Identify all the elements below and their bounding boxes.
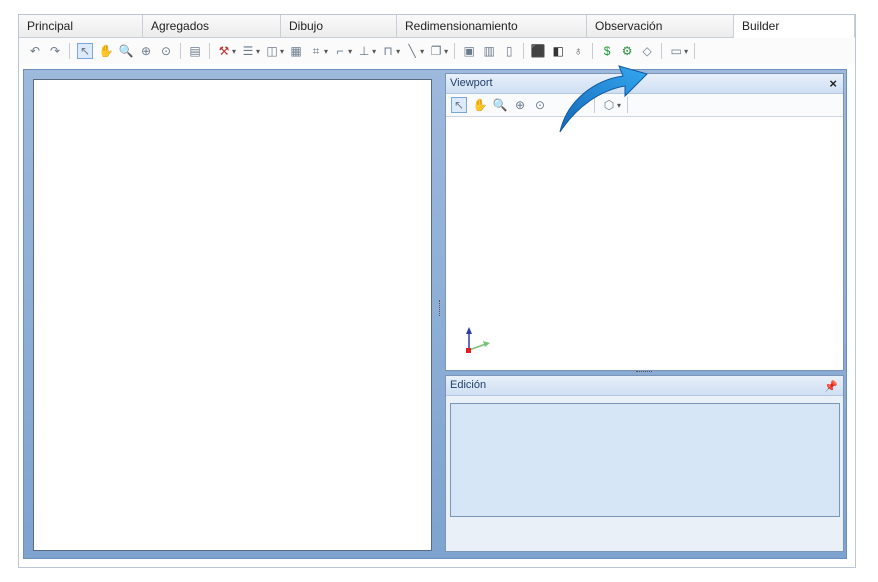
dropdown-arrow-icon[interactable]: ▾ [396, 47, 400, 56]
viewport-title: Viewport [450, 77, 493, 89]
layer-icon[interactable]: ▤ [188, 44, 202, 58]
pan-hand-icon[interactable]: ✋ [473, 98, 488, 112]
toolbar-separator [209, 43, 210, 59]
horizontal-splitter[interactable] [636, 371, 652, 374]
dropdown-arrow-icon[interactable]: ▾ [444, 47, 448, 56]
toolbar-separator [661, 43, 663, 59]
foundation-icon[interactable]: ⊥ [357, 44, 371, 58]
drawing-canvas[interactable] [33, 79, 432, 551]
undo-icon[interactable]: ↶ [28, 44, 42, 58]
highlight-arrow-icon [559, 65, 648, 133]
redo-icon[interactable]: ↷ [48, 44, 62, 58]
cost-settings-icon[interactable]: ⚙ [620, 44, 634, 58]
dropdown-arrow-icon[interactable]: ▾ [280, 47, 284, 56]
zoom-extents-icon[interactable]: ⊙ [533, 98, 547, 112]
dropdown-arrow-icon[interactable]: ▾ [232, 47, 236, 56]
toolbar-separator [69, 43, 70, 59]
dropdown-arrow-icon[interactable]: ▾ [324, 47, 328, 56]
edicion-title: Edición [450, 379, 487, 391]
grid-icon[interactable]: ▦ [289, 44, 303, 58]
tab-principal[interactable]: Principal [19, 15, 143, 37]
select-pointer-icon[interactable]: ↖ [77, 43, 93, 59]
pan-hand-icon[interactable]: ✋ [99, 44, 114, 58]
stairs-icon[interactable]: ⌐ [333, 44, 347, 58]
eraser-icon[interactable]: ◇ [640, 44, 654, 58]
zoom-in-icon[interactable]: ⊕ [513, 98, 527, 112]
columns-icon[interactable]: ▯ [502, 44, 516, 58]
line-icon[interactable]: ╲ [405, 44, 419, 58]
hammer-tool-icon[interactable]: ⚒ [217, 44, 231, 58]
toolbar-separator [180, 43, 181, 59]
toolbar: ↶ ↷ ↖ ✋ 🔍 ⊕ ⊙ ▤ ⚒ ▾ ☰ ▾ ◫ ▾ ▦ ⌗ ▾ ⌐ ▾ ⊥ ▾ ⊓ ▾ ╲… [19, 38, 855, 64]
window-layout-icon[interactable]: ▭ [669, 44, 683, 58]
tab-observacion[interactable]: Observación [587, 15, 734, 37]
3d-box-icon[interactable]: ⬛ [531, 44, 546, 58]
zoom-extents-icon[interactable]: ⊙ [159, 44, 173, 58]
tab-dibujo[interactable]: Dibujo [281, 15, 397, 37]
vertical-splitter[interactable] [439, 300, 442, 316]
edicion-title-bar: Edición 📌 [446, 376, 843, 396]
panel-icon[interactable]: ◧ [551, 44, 565, 58]
dropdown-arrow-icon[interactable]: ▾ [684, 47, 688, 56]
dropdown-arrow-icon[interactable]: ▾ [348, 47, 352, 56]
beam-icon[interactable]: ⌗ [309, 44, 323, 58]
toolbar-separator [454, 43, 456, 59]
toolbar-separator [523, 43, 525, 59]
select-pointer-icon[interactable]: ↖ [451, 97, 467, 113]
dollar-icon[interactable]: $ [600, 44, 614, 58]
axis-gizmo-icon [466, 327, 490, 353]
tab-redimensionamiento[interactable]: Redimensionamiento [397, 15, 587, 37]
toolbar-separator [694, 43, 696, 59]
edicion-panel: Edición 📌 [445, 375, 844, 552]
tab-builder[interactable]: Builder [734, 15, 855, 38]
copy-icon[interactable]: ❐ [429, 44, 443, 58]
pin-icon[interactable]: 📌 [824, 378, 838, 397]
close-icon[interactable]: × [829, 74, 837, 93]
dropdown-arrow-icon[interactable]: ▾ [256, 47, 260, 56]
tab-agregados[interactable]: Agregados [143, 15, 281, 37]
table-icon[interactable]: ▥ [482, 44, 496, 58]
ribbon-tabs: Principal Agregados Dibujo Redimensionam… [19, 15, 855, 38]
edicion-content-area[interactable] [450, 403, 840, 517]
zoom-window-icon[interactable]: 🔍 [119, 44, 134, 58]
zoom-in-icon[interactable]: ⊕ [139, 44, 153, 58]
money-bag-icon[interactable]: ♁ [571, 44, 585, 58]
report-icon[interactable]: ▣ [462, 44, 476, 58]
frame-icon[interactable]: ⊓ [381, 44, 395, 58]
horizontal-table-icon[interactable]: ☰ [241, 44, 255, 58]
dropdown-arrow-icon[interactable]: ▾ [372, 47, 376, 56]
workspace: Viewport × ↖ ✋ 🔍 ⊕ ⊙ ⬡ ▾ Edición 📌 [23, 69, 847, 559]
column-split-icon[interactable]: ◫ [265, 44, 279, 58]
toolbar-separator [592, 43, 594, 59]
zoom-window-icon[interactable]: 🔍 [493, 98, 508, 112]
main-window: Principal Agregados Dibujo Redimensionam… [18, 14, 856, 568]
dropdown-arrow-icon[interactable]: ▾ [420, 47, 424, 56]
